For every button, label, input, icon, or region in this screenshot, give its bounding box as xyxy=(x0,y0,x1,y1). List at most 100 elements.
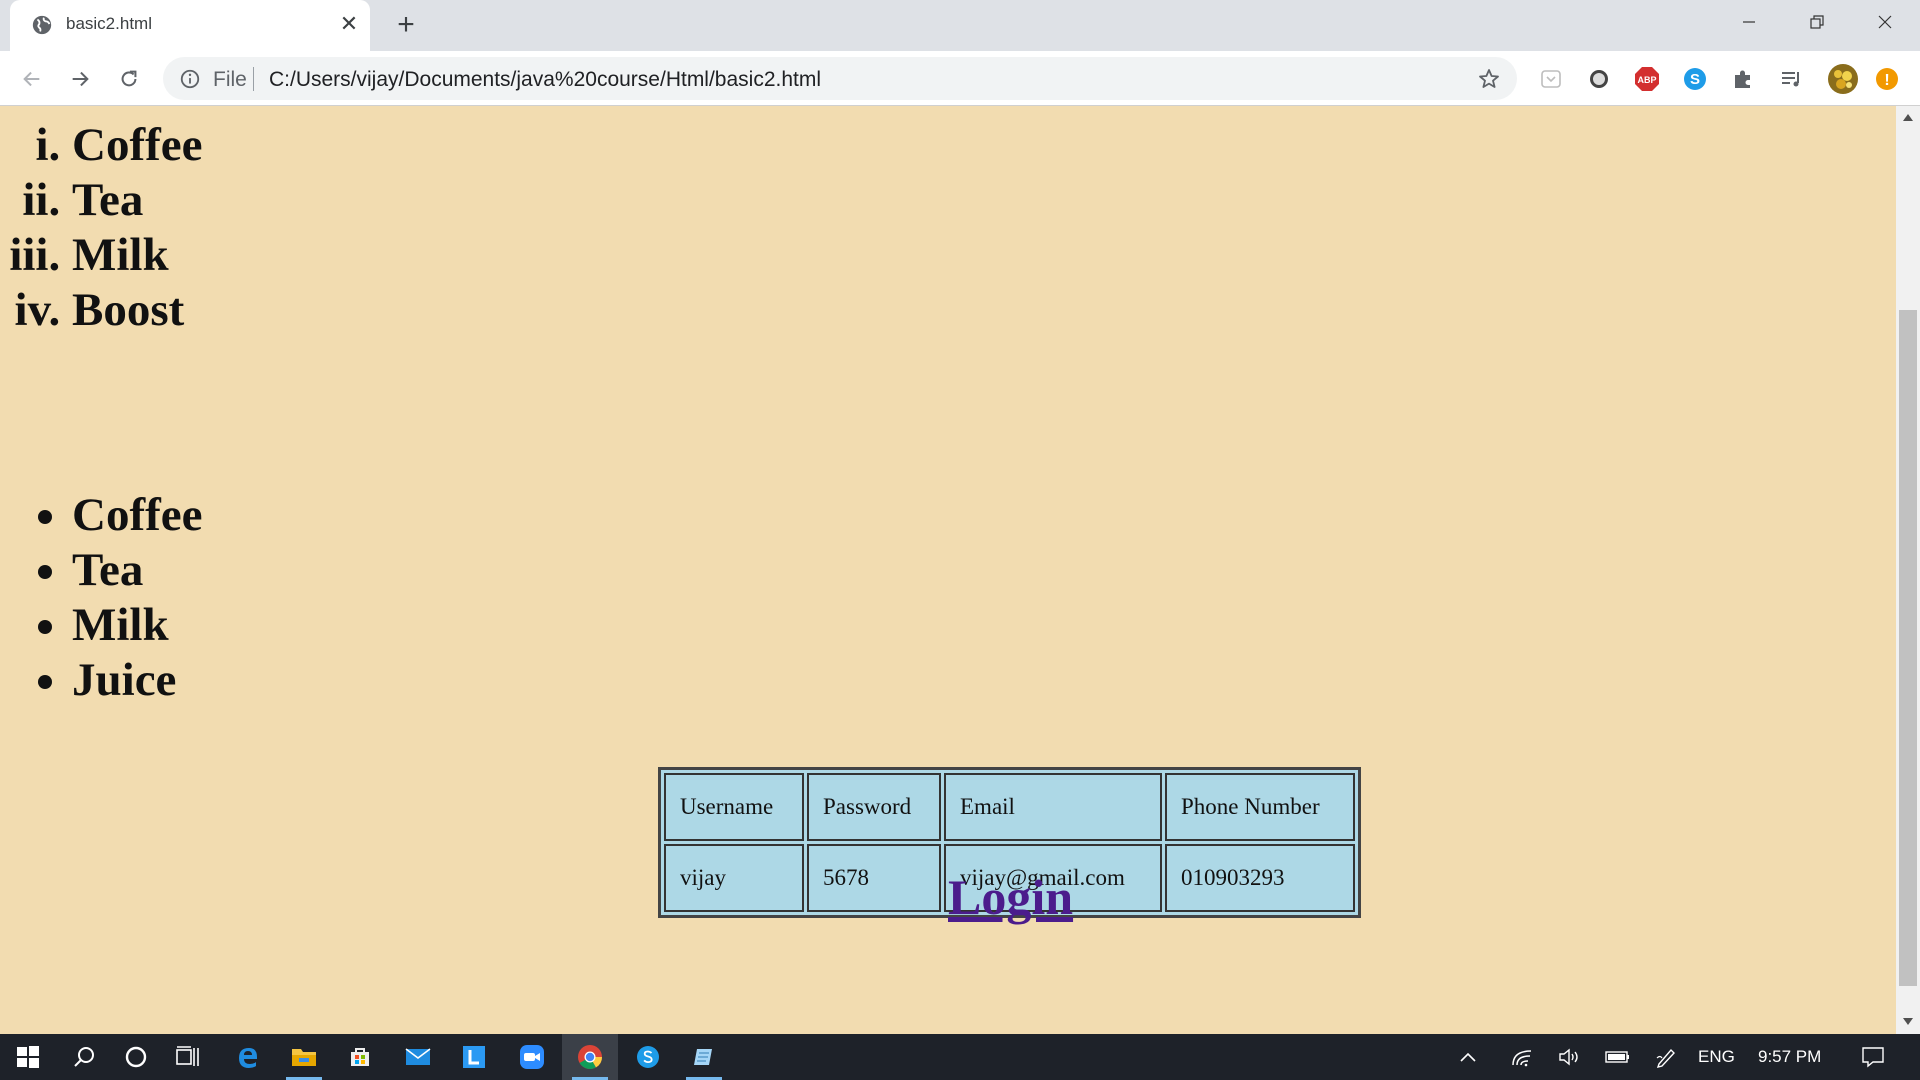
edge-app[interactable] xyxy=(220,1034,276,1080)
close-icon xyxy=(1878,15,1892,29)
pocket-extension[interactable] xyxy=(1538,66,1564,92)
l-app-icon xyxy=(463,1046,485,1068)
close-window-button[interactable] xyxy=(1850,0,1920,44)
login-link[interactable]: Login xyxy=(948,868,1073,926)
show-hidden-icons-button[interactable] xyxy=(1446,1034,1490,1080)
forward-arrow-icon xyxy=(72,71,89,87)
cortana-button[interactable] xyxy=(108,1034,164,1080)
omnibox-divider xyxy=(253,67,254,91)
wifi-icon xyxy=(1512,1050,1532,1067)
list-item: Milk xyxy=(72,598,202,653)
folder-icon xyxy=(292,1049,316,1066)
adblock-extension[interactable]: ABP xyxy=(1634,66,1660,92)
skype-icon: S xyxy=(1684,68,1706,90)
zoom-icon xyxy=(520,1045,544,1069)
volume-button[interactable] xyxy=(1548,1034,1592,1080)
search-icon xyxy=(74,1047,94,1067)
mail-app[interactable] xyxy=(390,1034,446,1080)
list-item: Tea xyxy=(72,543,202,598)
forward-button[interactable] xyxy=(64,63,96,95)
tab-close-icon[interactable]: ✕ xyxy=(336,11,362,37)
restore-button[interactable] xyxy=(1782,0,1852,44)
tab-strip: basic2.html ✕ + xyxy=(0,0,1920,51)
task-view-button[interactable] xyxy=(160,1034,216,1080)
skype-label: S xyxy=(1690,71,1700,88)
back-arrow-icon xyxy=(23,71,40,87)
file-explorer-app[interactable] xyxy=(276,1034,332,1080)
alert-label: ! xyxy=(1884,72,1889,89)
table-cell: 5678 xyxy=(807,844,941,912)
battery-button[interactable] xyxy=(1596,1034,1640,1080)
media-control-button[interactable] xyxy=(1778,66,1804,92)
windows-taskbar: ENG 9:57 PM xyxy=(0,1034,1920,1080)
list-item: Coffee xyxy=(72,488,202,543)
extensions-button[interactable] xyxy=(1730,66,1756,92)
info-icon[interactable] xyxy=(179,68,201,90)
mail-icon xyxy=(405,1048,431,1065)
back-button[interactable] xyxy=(16,63,48,95)
playlist-icon xyxy=(1782,72,1799,87)
list-item: Milk xyxy=(72,228,202,283)
restore-icon xyxy=(1810,15,1824,29)
puzzle-icon xyxy=(1735,70,1750,88)
avatar xyxy=(1828,64,1858,94)
circle-extension[interactable] xyxy=(1586,66,1612,92)
search-button[interactable] xyxy=(56,1034,112,1080)
profile-avatar[interactable] xyxy=(1826,62,1860,96)
url-scheme-label: File xyxy=(213,68,247,91)
pocket-icon xyxy=(1541,70,1561,88)
table-header-cell: Username xyxy=(664,773,804,841)
input-language[interactable]: ENG xyxy=(1698,1047,1735,1067)
reload-icon xyxy=(121,70,137,87)
chrome-icon xyxy=(578,1045,602,1070)
notepad-icon xyxy=(694,1049,712,1065)
start-button[interactable] xyxy=(0,1034,56,1080)
windows-logo-icon xyxy=(17,1046,39,1068)
table-cell: vijay xyxy=(664,844,804,912)
microsoft-store-app[interactable] xyxy=(332,1034,388,1080)
skype-app[interactable] xyxy=(620,1034,676,1080)
address-bar[interactable]: File C:/Users/vijay/Documents/java%20cou… xyxy=(163,57,1517,100)
clock-time[interactable]: 9:57 PM xyxy=(1758,1047,1821,1067)
adblock-icon: ABP xyxy=(1635,67,1659,91)
battery-icon xyxy=(1605,1051,1629,1063)
list-item: Coffee xyxy=(72,118,202,173)
store-bag-icon xyxy=(351,1048,369,1066)
speaker-icon xyxy=(1559,1048,1578,1066)
ordered-list: Coffee Tea Milk Boost xyxy=(0,118,202,338)
notifications-button[interactable] xyxy=(1848,1034,1898,1080)
alert-icon: ! xyxy=(1876,68,1898,90)
table-cell: 010903293 xyxy=(1165,844,1355,912)
notification-icon xyxy=(1862,1047,1884,1068)
network-button[interactable] xyxy=(1500,1034,1544,1080)
adblock-label: ABP xyxy=(1637,75,1656,85)
notepad-app[interactable] xyxy=(676,1034,732,1080)
scrollbar-thumb[interactable] xyxy=(1899,310,1917,986)
scroll-down-arrow-icon[interactable] xyxy=(1903,1018,1913,1025)
update-alert-button[interactable]: ! xyxy=(1874,66,1900,92)
edge-icon xyxy=(239,1048,257,1068)
table-header-cell: Phone Number xyxy=(1165,773,1355,841)
minimize-button[interactable] xyxy=(1714,0,1784,44)
zoom-app[interactable] xyxy=(504,1034,560,1080)
table-header-cell: Password xyxy=(807,773,941,841)
pen-icon xyxy=(1656,1048,1675,1068)
skype-icon xyxy=(637,1046,659,1068)
bookmark-star-icon[interactable] xyxy=(1477,67,1501,91)
tab-title: basic2.html xyxy=(66,14,152,33)
new-tab-button[interactable]: + xyxy=(390,10,422,42)
url-text[interactable]: C:/Users/vijay/Documents/java%20course/H… xyxy=(269,68,821,92)
globe-icon xyxy=(32,15,52,35)
list-item: Tea xyxy=(72,173,202,228)
scroll-up-arrow-icon[interactable] xyxy=(1903,114,1913,121)
pen-workspace-button[interactable] xyxy=(1644,1034,1688,1080)
table-header-cell: Email xyxy=(944,773,1162,841)
vertical-scrollbar[interactable] xyxy=(1896,106,1920,1034)
minimize-icon xyxy=(1743,21,1755,23)
cortana-icon xyxy=(125,1046,147,1068)
skype-extension[interactable]: S xyxy=(1682,66,1708,92)
l-app[interactable] xyxy=(446,1034,502,1080)
chrome-app[interactable] xyxy=(562,1034,618,1080)
reload-button[interactable] xyxy=(113,63,145,95)
browser-tab[interactable]: basic2.html ✕ xyxy=(10,0,370,51)
